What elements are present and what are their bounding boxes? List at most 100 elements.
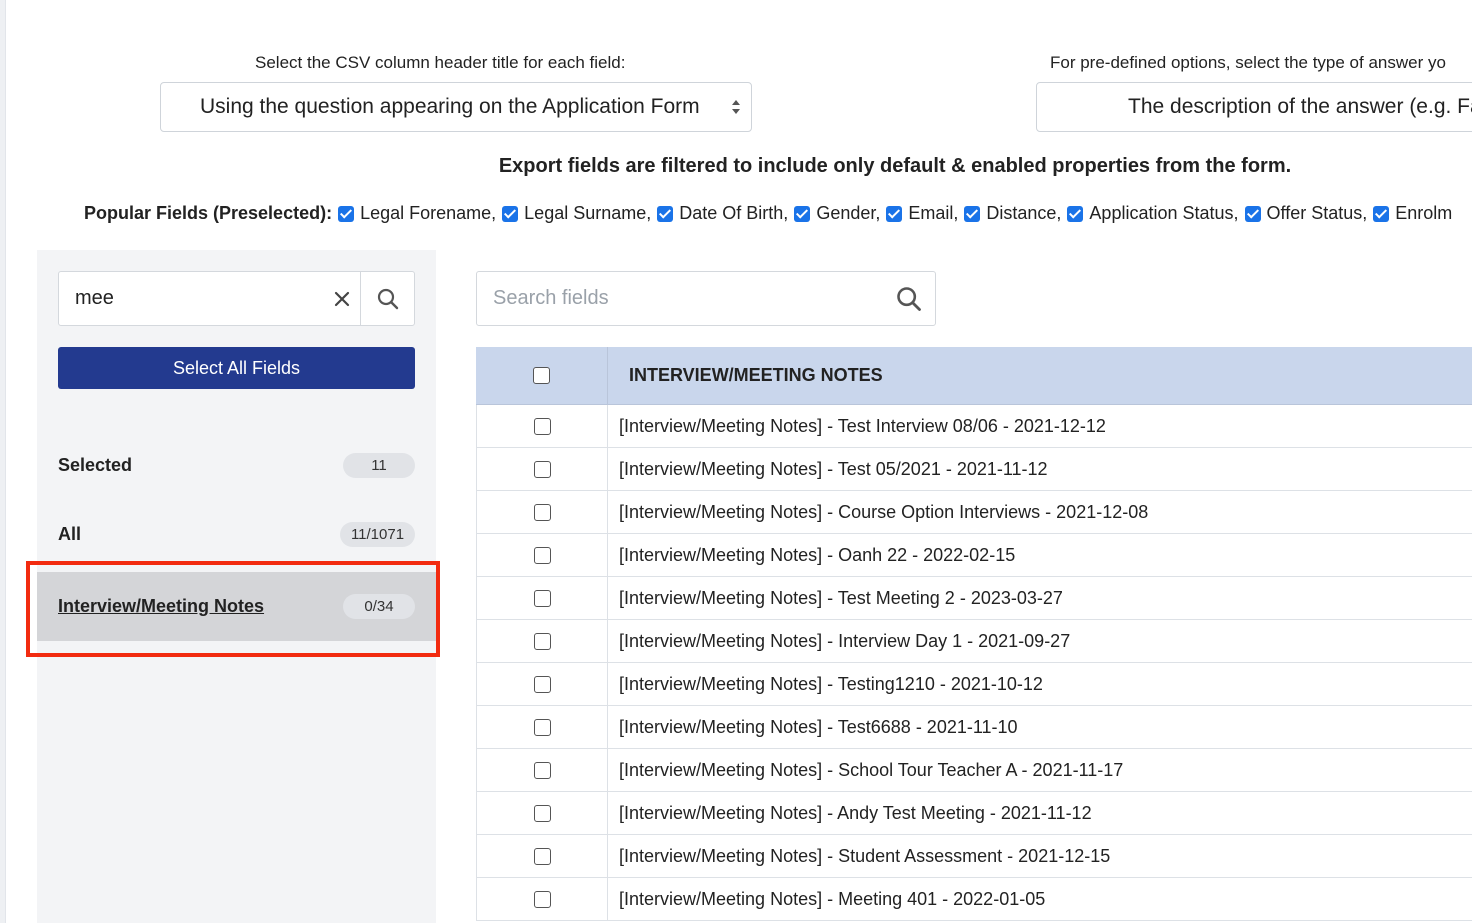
row-checkbox-cell xyxy=(477,620,608,662)
row-checkbox[interactable] xyxy=(533,761,551,779)
row-label: [Interview/Meeting Notes] - Test Meeting… xyxy=(619,587,1063,608)
table-row[interactable]: [Interview/Meeting Notes] - Testing1210 … xyxy=(476,663,1472,706)
row-label: [Interview/Meeting Notes] - Meeting 401 … xyxy=(619,888,1046,909)
table-row[interactable]: [Interview/Meeting Notes] - Andy Test Me… xyxy=(476,792,1472,835)
table-row[interactable]: [Interview/Meeting Notes] - Course Optio… xyxy=(476,491,1472,534)
popular-field-label: Date Of Birth, xyxy=(679,203,789,223)
popular-field-label: Legal Forename, xyxy=(360,203,497,223)
row-checkbox-cell xyxy=(477,448,608,490)
popular-field-item[interactable]: Enrolm xyxy=(1373,203,1452,224)
row-label: [Interview/Meeting Notes] - Student Asse… xyxy=(619,845,1111,866)
category-selected[interactable]: Selected 11 xyxy=(58,450,415,480)
row-checkbox[interactable] xyxy=(533,675,551,693)
count-badge: 11/1071 xyxy=(340,521,415,547)
table-row[interactable]: [Interview/Meeting Notes] - Test Intervi… xyxy=(476,405,1472,448)
popular-field-item[interactable]: Gender, xyxy=(794,203,880,224)
category-label: Selected xyxy=(58,454,133,475)
header-checkbox-cell xyxy=(476,347,608,404)
row-label: [Interview/Meeting Notes] - Testing1210 … xyxy=(619,673,1043,694)
field-search-input[interactable]: Search fields xyxy=(493,287,609,310)
table-header: INTERVIEW/MEETING NOTES xyxy=(476,347,1472,405)
fields-table: INTERVIEW/MEETING NOTES [Interview/Meeti… xyxy=(476,347,1472,921)
csv-header-label: Select the CSV column header title for e… xyxy=(255,53,626,72)
row-checkbox-cell xyxy=(477,491,608,533)
row-checkbox[interactable] xyxy=(533,546,551,564)
popular-field-checkbox[interactable] xyxy=(886,205,903,222)
row-label: [Interview/Meeting Notes] - Oanh 22 - 20… xyxy=(619,544,1016,565)
row-checkbox-cell xyxy=(477,577,608,619)
row-checkbox-cell xyxy=(477,534,608,576)
popular-field-label: Distance, xyxy=(986,203,1062,223)
row-checkbox-cell xyxy=(477,663,608,705)
options-type-select-value: The description of the answer (e.g. Fa xyxy=(1128,95,1472,118)
row-checkbox[interactable] xyxy=(533,847,551,865)
row-checkbox[interactable] xyxy=(533,890,551,908)
popular-fields-list: Legal Forename, Legal Surname, Date Of Bir… xyxy=(338,203,1458,224)
popular-field-checkbox[interactable] xyxy=(1244,205,1261,222)
row-checkbox-cell xyxy=(477,749,608,791)
popular-field-item[interactable]: Application Status, xyxy=(1067,203,1239,224)
popular-field-checkbox[interactable] xyxy=(338,205,355,222)
count-badge: 11 xyxy=(343,452,415,478)
popular-field-label: Legal Surname, xyxy=(524,203,652,223)
row-checkbox-cell xyxy=(477,792,608,834)
popular-field-checkbox[interactable] xyxy=(502,205,519,222)
table-row[interactable]: [Interview/Meeting Notes] - School Tour … xyxy=(476,749,1472,792)
left-edge xyxy=(0,0,6,923)
popular-field-checkbox[interactable] xyxy=(794,205,811,222)
popular-fields-title: Popular Fields (Preselected): xyxy=(84,203,333,223)
table-row[interactable]: [Interview/Meeting Notes] - Test6688 - 2… xyxy=(476,706,1472,749)
table-row[interactable]: [Interview/Meeting Notes] - Test Meeting… xyxy=(476,577,1472,620)
search-icon[interactable] xyxy=(361,272,415,325)
popular-field-item[interactable]: Legal Surname, xyxy=(502,203,651,224)
table-row[interactable]: [Interview/Meeting Notes] - Interview Da… xyxy=(476,620,1472,663)
row-checkbox[interactable] xyxy=(533,718,551,736)
popular-field-checkbox[interactable] xyxy=(1067,205,1084,222)
row-checkbox-cell xyxy=(477,878,608,920)
popular-field-item[interactable]: Offer Status, xyxy=(1244,203,1368,224)
row-checkbox[interactable] xyxy=(533,632,551,650)
row-checkbox[interactable] xyxy=(533,460,551,478)
popular-field-item[interactable]: Date Of Birth, xyxy=(657,203,788,224)
popular-field-item[interactable]: Distance, xyxy=(964,203,1061,224)
row-checkbox-cell xyxy=(477,706,608,748)
row-label: [Interview/Meeting Notes] - School Tour … xyxy=(619,759,1124,780)
popular-field-item[interactable]: Email, xyxy=(886,203,958,224)
row-checkbox[interactable] xyxy=(533,589,551,607)
row-checkbox-cell xyxy=(477,835,608,877)
popular-field-label: Enrolm xyxy=(1395,203,1453,223)
popular-field-label: Offer Status, xyxy=(1266,203,1368,223)
popular-field-checkbox[interactable] xyxy=(657,205,674,222)
table-row[interactable]: [Interview/Meeting Notes] - Meeting 401 … xyxy=(476,878,1472,921)
popular-field-checkbox[interactable] xyxy=(964,205,981,222)
row-label: [Interview/Meeting Notes] - Andy Test Me… xyxy=(619,802,1092,823)
category-all[interactable]: All 11/1071 xyxy=(58,519,415,549)
select-all-fields-button[interactable]: Select All Fields xyxy=(58,347,415,389)
search-icon[interactable] xyxy=(895,285,923,313)
popular-field-checkbox[interactable] xyxy=(1373,205,1390,222)
sidebar-search-input[interactable]: mee xyxy=(75,287,114,310)
highlight-box xyxy=(26,561,440,657)
row-label: [Interview/Meeting Notes] - Course Optio… xyxy=(619,501,1149,522)
row-checkbox[interactable] xyxy=(533,804,551,822)
csv-header-select[interactable]: Using the question appearing on the Appl… xyxy=(160,82,752,132)
table-row[interactable]: [Interview/Meeting Notes] - Oanh 22 - 20… xyxy=(476,534,1472,577)
csv-header-select-value: Using the question appearing on the Appl… xyxy=(200,95,700,118)
popular-field-label: Gender, xyxy=(816,203,881,223)
options-type-select[interactable]: The description of the answer (e.g. Fa xyxy=(1036,82,1472,132)
filter-note: Export fields are filtered to include on… xyxy=(498,155,1292,177)
select-arrows-icon xyxy=(732,100,740,114)
table-header-title: INTERVIEW/MEETING NOTES xyxy=(629,365,883,385)
row-checkbox-cell xyxy=(477,405,608,447)
row-checkbox[interactable] xyxy=(533,503,551,521)
row-checkbox[interactable] xyxy=(533,417,551,435)
table-row[interactable]: [Interview/Meeting Notes] - Student Asse… xyxy=(476,835,1472,878)
popular-field-label: Email, xyxy=(908,203,959,223)
select-all-checkbox[interactable] xyxy=(533,367,550,384)
table-row[interactable]: [Interview/Meeting Notes] - Test 05/2021… xyxy=(476,448,1472,491)
popular-field-item[interactable]: Legal Forename, xyxy=(338,203,496,224)
row-label: [Interview/Meeting Notes] - Test Intervi… xyxy=(619,415,1106,436)
row-label: [Interview/Meeting Notes] - Interview Da… xyxy=(619,630,1071,651)
clear-icon[interactable] xyxy=(323,280,361,318)
field-search[interactable]: Search fields xyxy=(476,271,936,326)
